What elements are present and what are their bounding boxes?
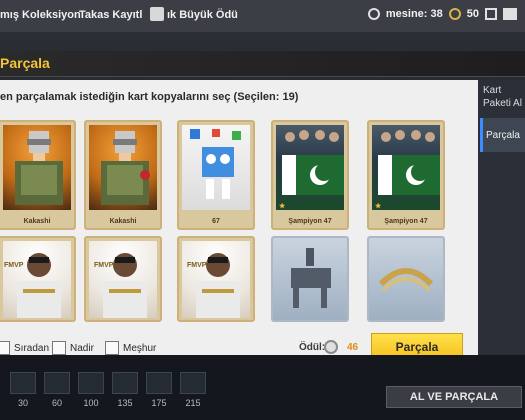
- reward-value: 46: [347, 342, 359, 353]
- coin-count: 50: [466, 8, 479, 20]
- card-champion-47-1[interactable]: ★ Şampiyon 47: [271, 120, 349, 230]
- tier-number: 30: [17, 398, 28, 408]
- card-art: [372, 125, 440, 210]
- clock-icon: [367, 8, 380, 20]
- tier-slot: [78, 372, 104, 394]
- card-label: 67: [212, 218, 220, 225]
- grand-prize-icon: [150, 7, 164, 21]
- card-label: Şampiyon 47: [288, 218, 332, 225]
- gold-badge-icon: ★: [375, 203, 382, 210]
- team-flag-icon: [378, 130, 440, 195]
- card-art: [3, 241, 71, 318]
- card-art: [3, 125, 71, 210]
- filter-famous[interactable]: Meşhur: [105, 341, 156, 355]
- season-countdown: mesine: 38: [385, 8, 443, 20]
- card-kakashi-1[interactable]: Kakashi: [0, 120, 76, 230]
- collect-and-dismantle-button[interactable]: AL VE PARÇALA: [386, 386, 522, 408]
- card-label: FMVP: [187, 262, 207, 269]
- card-horseman[interactable]: [271, 236, 349, 322]
- card-fmvp-2[interactable]: FMVP: [84, 236, 162, 322]
- menu-icon[interactable]: [485, 8, 497, 20]
- card-champion-47-2[interactable]: ★ Şampiyon 47: [367, 120, 445, 230]
- tier-slot: [112, 372, 138, 394]
- card-laurel[interactable]: [367, 236, 445, 322]
- gold-badge-icon: ★: [279, 203, 286, 210]
- filter-rare[interactable]: Nadir: [52, 341, 94, 355]
- tier-slot: [146, 372, 172, 394]
- buy-pack-title: Kart Paketi Al: [483, 85, 522, 109]
- card-art: [276, 125, 344, 210]
- card-art: [182, 125, 250, 210]
- card-label: FMVP: [94, 262, 114, 269]
- title-bar: [0, 51, 525, 77]
- tier-number: 175: [151, 398, 167, 408]
- tab-grand-prize[interactable]: ık Büyük Ödü: [167, 9, 238, 21]
- card-art: [182, 241, 250, 318]
- card-label: Kakashi: [109, 218, 137, 225]
- top-bar: mış Koleksiyon Takas Kayıtl ık Büyük Ödü…: [0, 0, 525, 32]
- player-portrait-icon: [103, 253, 147, 318]
- tier-slot: [180, 372, 206, 394]
- filter-label: Meşhur: [123, 342, 157, 354]
- team-flag-icon: [282, 130, 344, 195]
- ninja-figure-icon: [101, 131, 150, 205]
- player-portrait-icon: [196, 253, 240, 318]
- tab-collections[interactable]: mış Koleksiyon: [0, 9, 81, 21]
- card-label: Şampiyon 47: [384, 218, 428, 225]
- dialog-instruction: en parçalamak istediğin kart kopyalarını…: [0, 91, 299, 103]
- checkbox[interactable]: [105, 341, 119, 355]
- laurel-wreath-icon: [378, 268, 434, 292]
- checkbox[interactable]: [0, 341, 10, 355]
- checkbox[interactable]: [52, 341, 66, 355]
- tier-number: 215: [185, 398, 201, 408]
- tier-number: 60: [51, 398, 62, 408]
- robot-figure-icon: [190, 129, 241, 199]
- card-fmvp-3[interactable]: FMVP: [177, 236, 255, 322]
- filter-label: Nadir: [70, 342, 94, 354]
- tier-number: 135: [117, 398, 133, 408]
- horse-rider-icon: [291, 248, 331, 308]
- tier-slot: [10, 372, 36, 394]
- reward-coin-icon: [324, 340, 338, 354]
- tab-trade-history[interactable]: Takas Kayıtl: [79, 9, 142, 21]
- top-bar-status: mesine: 38 50: [367, 8, 517, 20]
- tier-number: 100: [83, 398, 99, 408]
- card-label: Kakashi: [23, 218, 51, 225]
- book-icon[interactable]: [503, 8, 517, 20]
- card-fmvp-1[interactable]: FMVP: [0, 236, 76, 322]
- tier-slot: [44, 372, 70, 394]
- ninja-figure-icon: [15, 131, 63, 205]
- card-67[interactable]: 67: [177, 120, 255, 230]
- card-kakashi-2[interactable]: Kakashi: [84, 120, 162, 230]
- card-art: [89, 241, 157, 318]
- coin-icon: [448, 8, 461, 20]
- card-label: FMVP: [4, 262, 24, 269]
- player-portrait-icon: [17, 253, 61, 318]
- card-art: [89, 125, 157, 210]
- filter-label: Sıradan: [14, 342, 50, 354]
- reward-label: Ödül:: [299, 342, 326, 353]
- filter-common[interactable]: Sıradan: [0, 341, 49, 355]
- tab-dismantle[interactable]: Parçala: [480, 118, 525, 152]
- page-title: Parçala: [0, 55, 50, 71]
